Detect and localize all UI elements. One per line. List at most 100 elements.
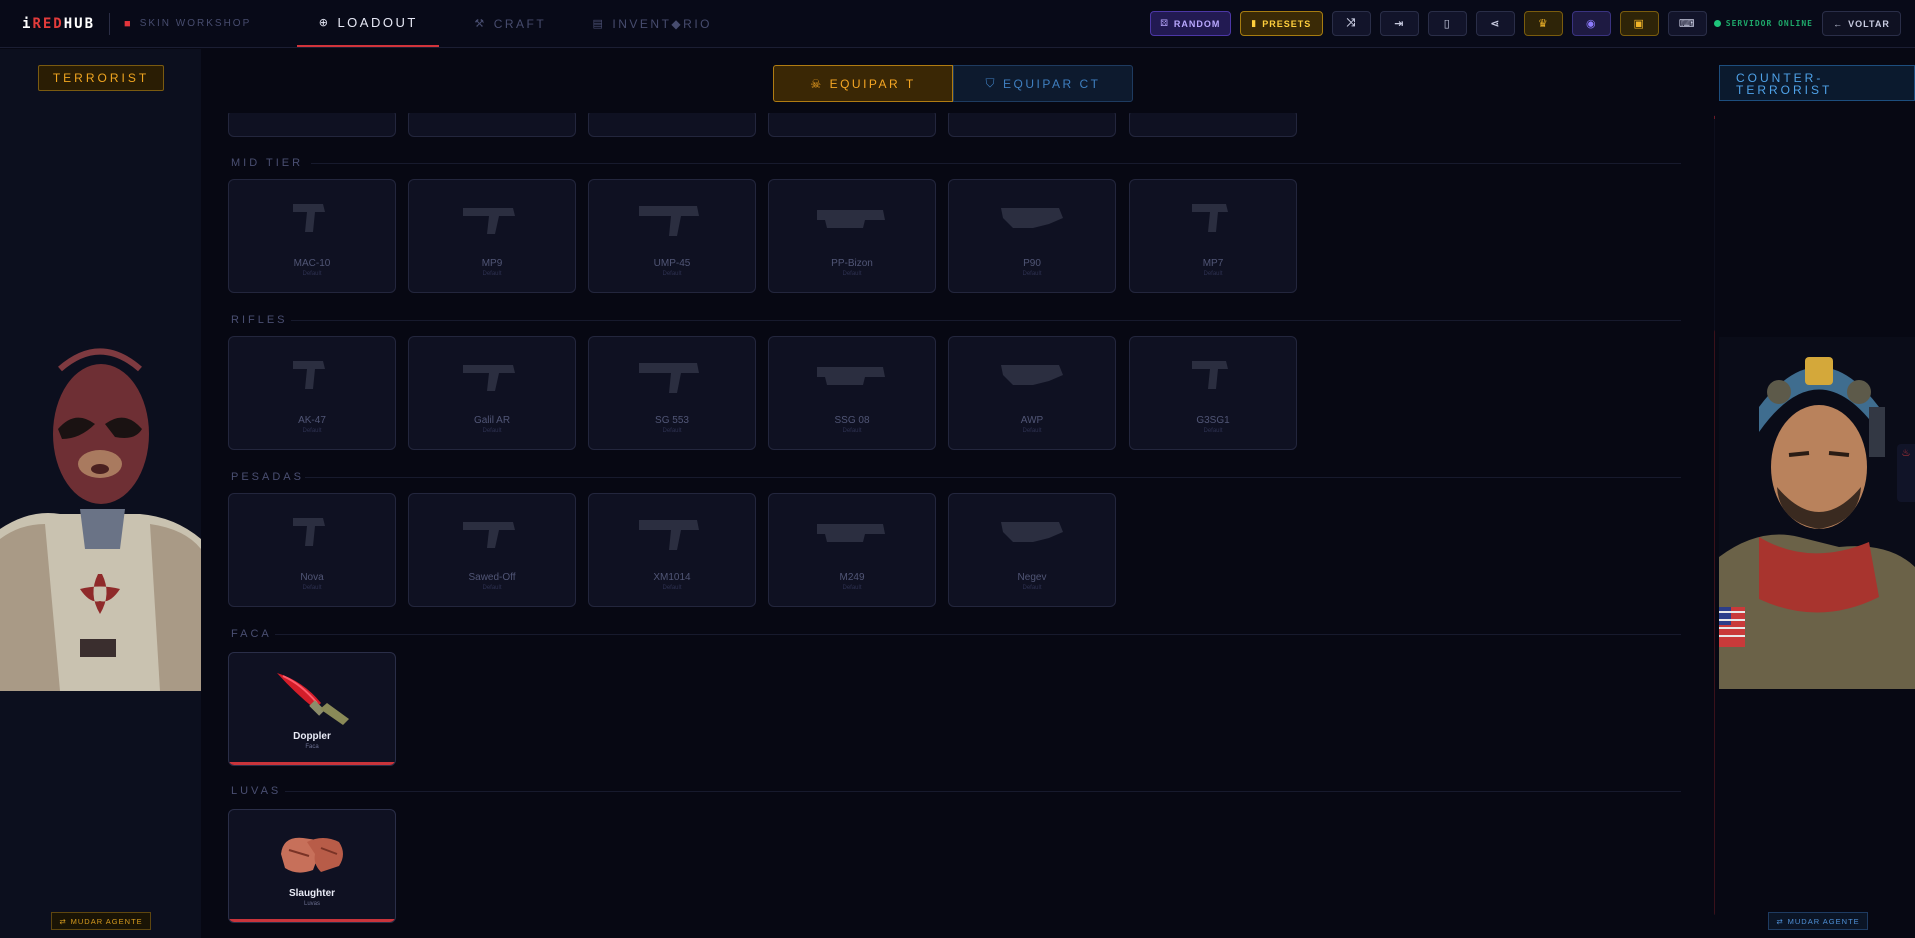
- weapon-card[interactable]: XM1014 Default: [588, 493, 756, 607]
- weapon-skin: Default: [662, 271, 682, 277]
- weapon-card[interactable]: P90 Default: [948, 179, 1116, 293]
- weapon-skin: Default: [842, 271, 862, 277]
- gloves-icon: [281, 837, 343, 873]
- share-button[interactable]: ⋖: [1475, 11, 1515, 36]
- weapon-card[interactable]: MP9 Default: [408, 179, 576, 293]
- weapon-card[interactable]: AWP Default: [948, 336, 1116, 450]
- weapon-card[interactable]: Nova Default: [228, 493, 396, 607]
- equip-ct-button[interactable]: ⛉ EQUIPAR CT: [953, 65, 1133, 102]
- hammer-icon: ⚒: [474, 18, 487, 30]
- terrorist-agent-portrait: [0, 339, 201, 691]
- weapon-card[interactable]: Galil AR Default: [408, 336, 576, 450]
- brand: iREDHUB ■ SKIN WORKSHOP: [0, 0, 261, 47]
- weapon-name: Galil AR: [473, 415, 511, 426]
- loadout-grid-area: ☠ EQUIPAR T ⛉ EQUIPAR CT MID TIER MAC-10 De…: [201, 49, 1715, 938]
- shuffle-button[interactable]: ⤨: [1331, 11, 1371, 36]
- weapon-name: G3SG1: [1196, 415, 1230, 426]
- skin-workshop-link[interactable]: ■ SKIN WORKSHOP: [124, 0, 261, 47]
- weapon-skin: Default: [302, 585, 322, 591]
- trophy-button[interactable]: ♛: [1523, 11, 1563, 36]
- shield-icon: ⛉: [985, 76, 998, 90]
- weapon-skin: Luvas: [303, 901, 320, 907]
- keyboard-button[interactable]: ⌨: [1667, 11, 1707, 36]
- export-icon: ⇥: [1394, 18, 1405, 30]
- weapon-card[interactable]: MAC-10 Default: [228, 179, 396, 293]
- weapon-card[interactable]: Negev Default: [948, 493, 1116, 607]
- equip-t-button[interactable]: ☠ EQUIPAR T: [773, 65, 953, 102]
- weapon-name: MP7: [1202, 258, 1224, 269]
- weapon-card[interactable]: [588, 109, 756, 137]
- presets-button[interactable]: ▮ PRESETS: [1239, 11, 1323, 36]
- ct-team-badge: COUNTER-TERRORIST: [1719, 65, 1915, 101]
- weapon-name: XM1014: [653, 572, 691, 583]
- section-divider: [285, 791, 1681, 792]
- random-button[interactable]: ⚄ RANDOM: [1149, 11, 1231, 36]
- weapon-silhouette-icon: [293, 204, 325, 232]
- weapon-silhouette-icon: [639, 206, 699, 236]
- weapon-card[interactable]: PP-Bizon Default: [768, 179, 936, 293]
- weapon-card[interactable]: [228, 109, 396, 137]
- image-button[interactable]: ▣: [1619, 11, 1659, 36]
- section-title-heavy: PESADAS: [231, 471, 304, 483]
- counter-terrorist-panel: COUNTER-TERRORIST ♨ ⇄ MUDAR AGENTE: [1715, 49, 1915, 938]
- weapon-card[interactable]: SG 553 Default: [588, 336, 756, 450]
- weapon-skin: Default: [842, 585, 862, 591]
- knife-card[interactable]: Doppler Faca: [228, 652, 396, 766]
- weapon-silhouette-icon: [463, 365, 515, 391]
- section-divider: [311, 163, 1681, 164]
- import-button[interactable]: ▯: [1427, 11, 1467, 36]
- back-button[interactable]: ← VOLTAR: [1822, 11, 1901, 36]
- tab-inventory[interactable]: ▤ INVENT◆RIO: [581, 0, 723, 47]
- weapon-card[interactable]: [948, 109, 1116, 137]
- weapon-silhouette-icon: [1001, 365, 1063, 385]
- section-divider: [305, 477, 1681, 478]
- dice-icon: ⚄: [1160, 18, 1169, 28]
- tab-craft[interactable]: ⚒ CRAFT: [439, 0, 581, 47]
- section-title-gloves: LUVAS: [231, 785, 282, 797]
- weapon-name: Negev: [1017, 572, 1047, 583]
- weapon-card[interactable]: M249 Default: [768, 493, 936, 607]
- side-notification-badge[interactable]: ♨: [1897, 444, 1915, 502]
- weapon-card[interactable]: [768, 109, 936, 137]
- weapon-skin: Default: [482, 271, 502, 277]
- weapon-card[interactable]: G3SG1 Default: [1129, 336, 1297, 450]
- section-divider: [291, 320, 1681, 321]
- weapon-card[interactable]: SSG 08 Default: [768, 336, 936, 450]
- change-agent-ct-button[interactable]: ⇄ MUDAR AGENTE: [1768, 912, 1868, 930]
- main-tabs: ⊕ LOADOUT ⚒ CRAFT ▤ INVENT◆RIO: [297, 0, 723, 47]
- change-agent-t-button[interactable]: ⇄ MUDAR AGENTE: [51, 912, 151, 930]
- weapon-card[interactable]: UMP-45 Default: [588, 179, 756, 293]
- weapon-silhouette-icon: [817, 210, 885, 228]
- weapon-card[interactable]: [408, 109, 576, 137]
- knife-icon: [277, 673, 349, 725]
- tab-loadout[interactable]: ⊕ LOADOUT: [297, 0, 440, 47]
- skull-icon: ☠: [810, 76, 824, 91]
- equip-toggle: ☠ EQUIPAR T ⛉ EQUIPAR CT: [773, 65, 1133, 102]
- top-bar: iREDHUB ■ SKIN WORKSHOP ⊕ LOADOUT ⚒ CRAF…: [0, 0, 1915, 48]
- share-icon: ⋖: [1490, 18, 1501, 30]
- discord-button[interactable]: ◉: [1571, 11, 1611, 36]
- gloves-card[interactable]: Slaughter Luvas: [228, 809, 396, 923]
- weapon-skin: Default: [482, 585, 502, 591]
- weapon-card[interactable]: AK-47 Default: [228, 336, 396, 450]
- app-logo[interactable]: iREDHUB: [22, 16, 95, 32]
- weapon-skin: Default: [662, 428, 682, 434]
- weapon-silhouette-icon: [1192, 361, 1228, 389]
- file-icon: ▯: [1443, 18, 1451, 30]
- online-dot-icon: [1713, 20, 1721, 27]
- weapon-silhouette-icon: [1001, 522, 1063, 542]
- swap-icon: ⇄: [1776, 916, 1784, 926]
- weapon-card[interactable]: [1129, 109, 1297, 137]
- weapon-skin: Default: [302, 271, 322, 277]
- weapon-silhouette-icon: [1192, 204, 1228, 232]
- weapon-card[interactable]: MP7 Default: [1129, 179, 1297, 293]
- weapon-name: SSG 08: [834, 415, 870, 426]
- weapon-name: AK-47: [298, 415, 326, 426]
- terrorist-panel: TERRORIST ⇄ MUDAR AGENTE: [0, 49, 201, 938]
- export-button[interactable]: ⇥: [1379, 11, 1419, 36]
- weapon-skin: Default: [1203, 271, 1223, 277]
- server-status: SERVIDOR ONLINE: [1713, 19, 1813, 28]
- section-title-rifles: RIFLES: [231, 314, 288, 326]
- weapon-name: Doppler: [293, 731, 331, 742]
- weapon-card[interactable]: Sawed-Off Default: [408, 493, 576, 607]
